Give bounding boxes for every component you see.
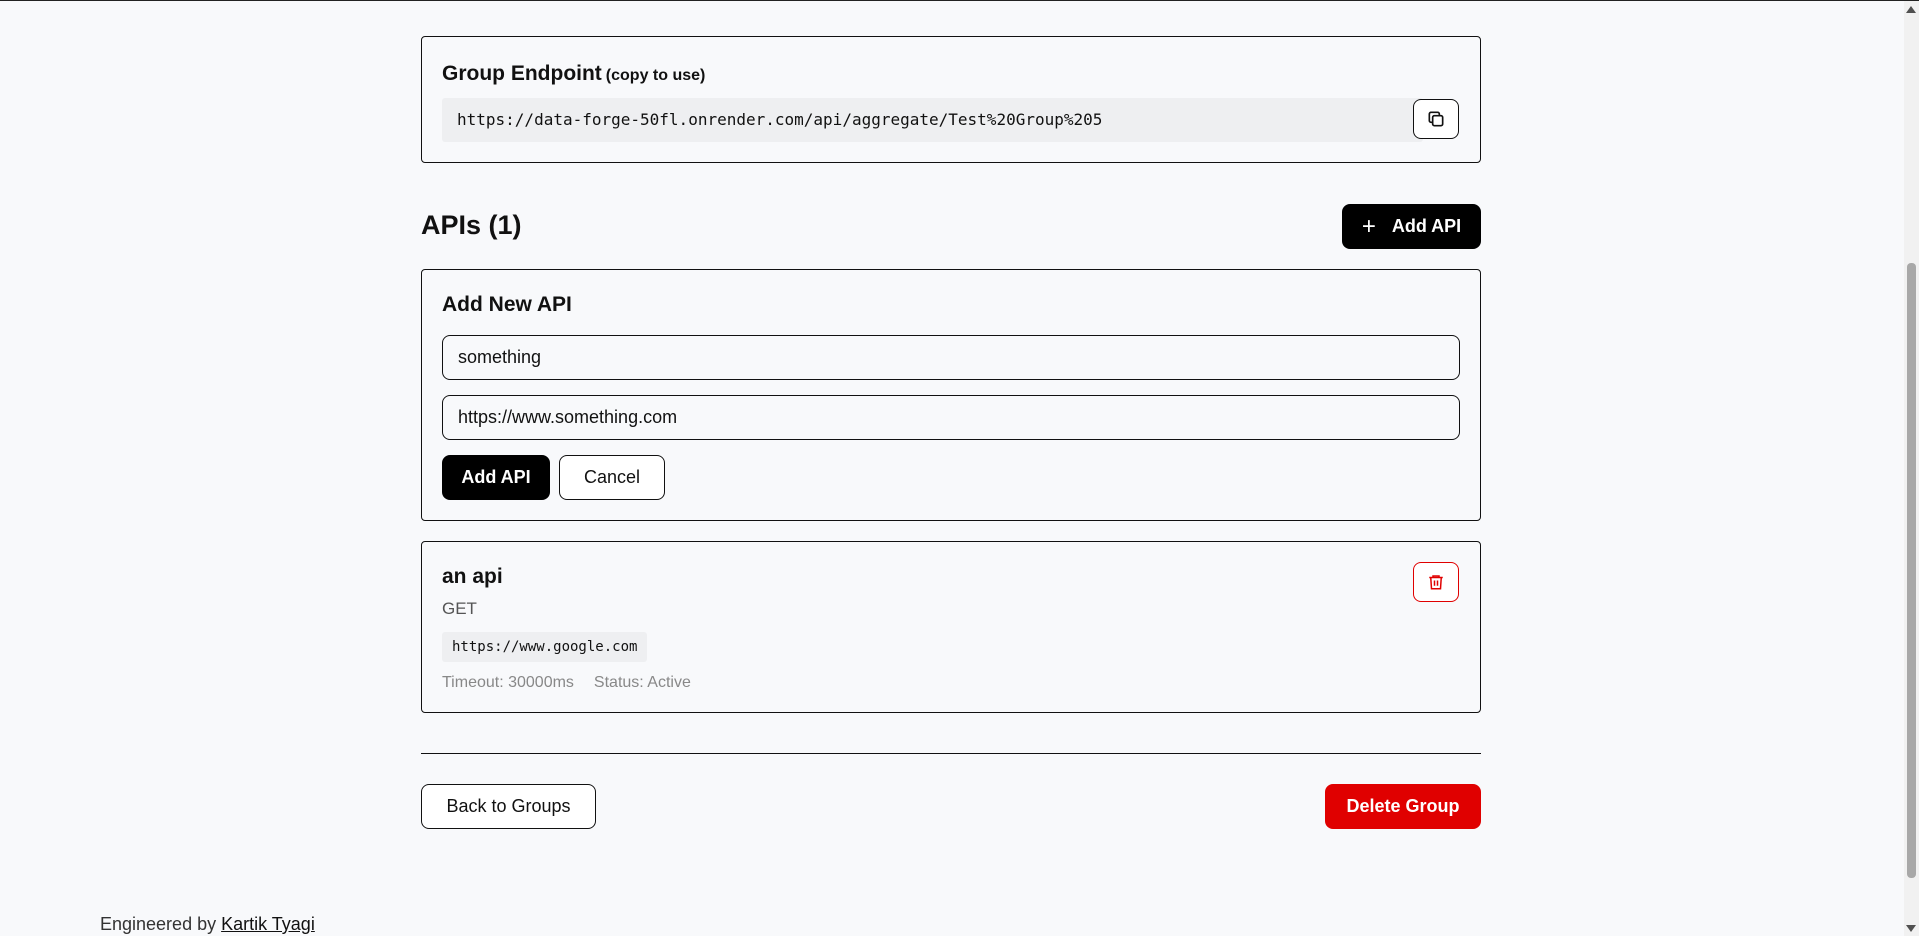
group-endpoint-card: Group Endpoint (copy to use) https://data… — [421, 36, 1481, 163]
endpoint-url[interactable]: https://data-forge-50fl.onrender.com/api… — [442, 98, 1423, 142]
submit-add-api-button[interactable]: Add API — [442, 455, 550, 500]
delete-api-button[interactable] — [1413, 562, 1459, 602]
api-item-url: https://www.google.com — [442, 632, 648, 662]
api-item-meta: Timeout: 30000ms Status: Active — [442, 674, 691, 692]
scrollbar-thumb[interactable] — [1907, 263, 1916, 878]
section-divider — [421, 753, 1481, 754]
delete-group-button[interactable]: Delete Group — [1325, 784, 1481, 829]
vertical-scrollbar[interactable] — [1904, 1, 1919, 936]
api-url-input[interactable] — [442, 395, 1460, 440]
apis-heading: APIs (1) — [421, 210, 522, 240]
author-link[interactable]: Kartik Tyagi — [221, 914, 315, 934]
footer-prefix: Engineered by — [100, 914, 217, 934]
endpoint-hint: (copy to use) — [605, 67, 706, 84]
plus-icon: + — [1361, 212, 1376, 240]
copy-button[interactable] — [1413, 99, 1459, 139]
trash-icon — [1429, 575, 1443, 590]
footer: Engineered by Kartik Tyagi — [100, 914, 315, 935]
endpoint-title-text: Group Endpoint — [442, 62, 602, 85]
scroll-up-arrow-icon[interactable] — [1906, 6, 1916, 13]
add-api-button[interactable]: + Add API — [1342, 204, 1481, 249]
api-name-input[interactable] — [442, 335, 1460, 380]
add-api-button-label: Add API — [1391, 216, 1462, 236]
copy-icon — [1428, 111, 1444, 127]
add-api-form: Add New API Add API Cancel — [421, 269, 1481, 521]
api-item-card: an api GET https://www.google.com Timeou… — [421, 541, 1481, 713]
api-item-timeout: Timeout: 30000ms — [442, 674, 574, 691]
api-item-method: GET — [442, 599, 477, 618]
back-to-groups-button[interactable]: Back to Groups — [421, 784, 596, 829]
endpoint-title: Group Endpoint (copy to use) — [442, 62, 705, 86]
api-item-name: an api — [442, 565, 503, 588]
scroll-down-arrow-icon[interactable] — [1906, 925, 1916, 932]
add-form-title: Add New API — [442, 293, 572, 316]
cancel-button[interactable]: Cancel — [559, 455, 665, 500]
api-item-status: Status: Active — [593, 674, 691, 691]
